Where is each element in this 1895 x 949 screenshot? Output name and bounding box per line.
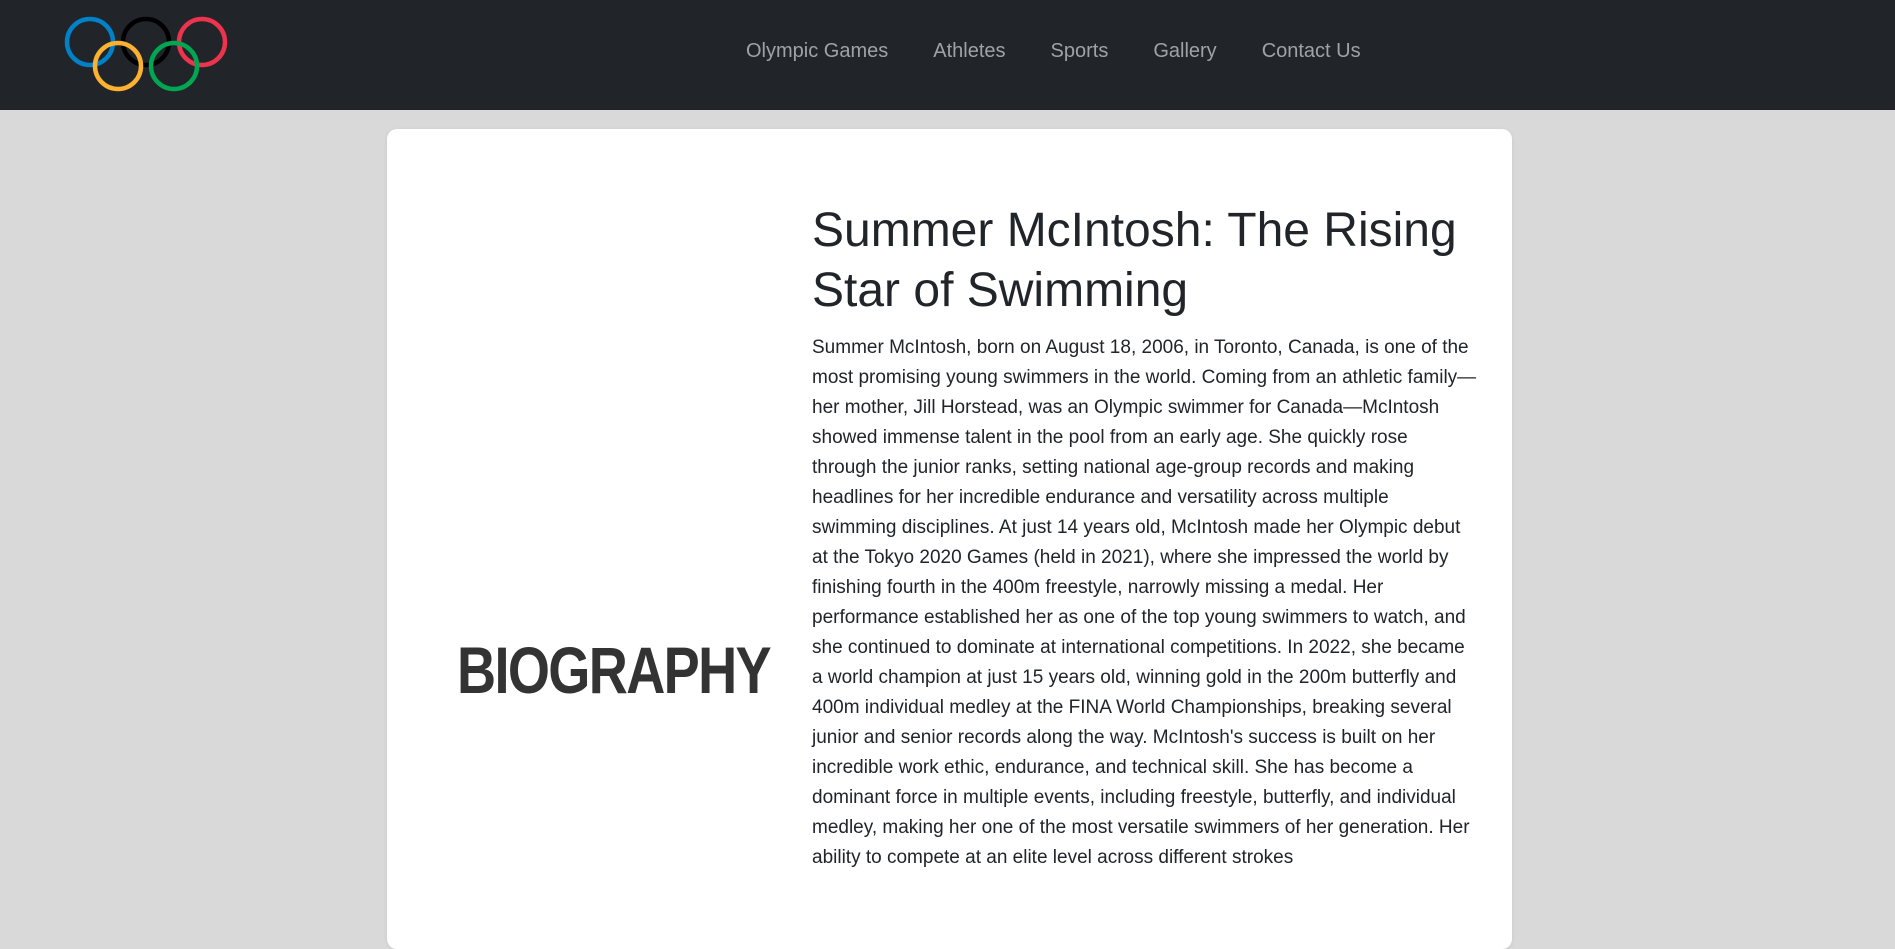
top-navbar: Olympic Games Athletes Sports Gallery Co… <box>0 0 1895 110</box>
nav-link-sports[interactable]: Sports <box>1051 40 1109 63</box>
article-body: Summer McIntosh, born on August 18, 2006… <box>812 337 1477 868</box>
biography-section-label: BIOGRAPHY <box>457 633 772 707</box>
biography-content: Summer McIntosh: The Rising Star of Swim… <box>812 201 1477 873</box>
olympic-rings-logo-icon[interactable] <box>62 14 230 94</box>
article-title: Summer McIntosh: The Rising Star of Swim… <box>812 204 1457 317</box>
nav-link-olympic-games[interactable]: Olympic Games <box>746 40 888 63</box>
nav-links: Olympic Games Athletes Sports Gallery Co… <box>746 40 1406 63</box>
biography-card: BIOGRAPHY Summer McIntosh: The Rising St… <box>387 129 1512 949</box>
nav-link-gallery[interactable]: Gallery <box>1153 40 1216 63</box>
nav-link-athletes[interactable]: Athletes <box>933 40 1005 63</box>
nav-link-contact-us[interactable]: Contact Us <box>1262 40 1361 63</box>
